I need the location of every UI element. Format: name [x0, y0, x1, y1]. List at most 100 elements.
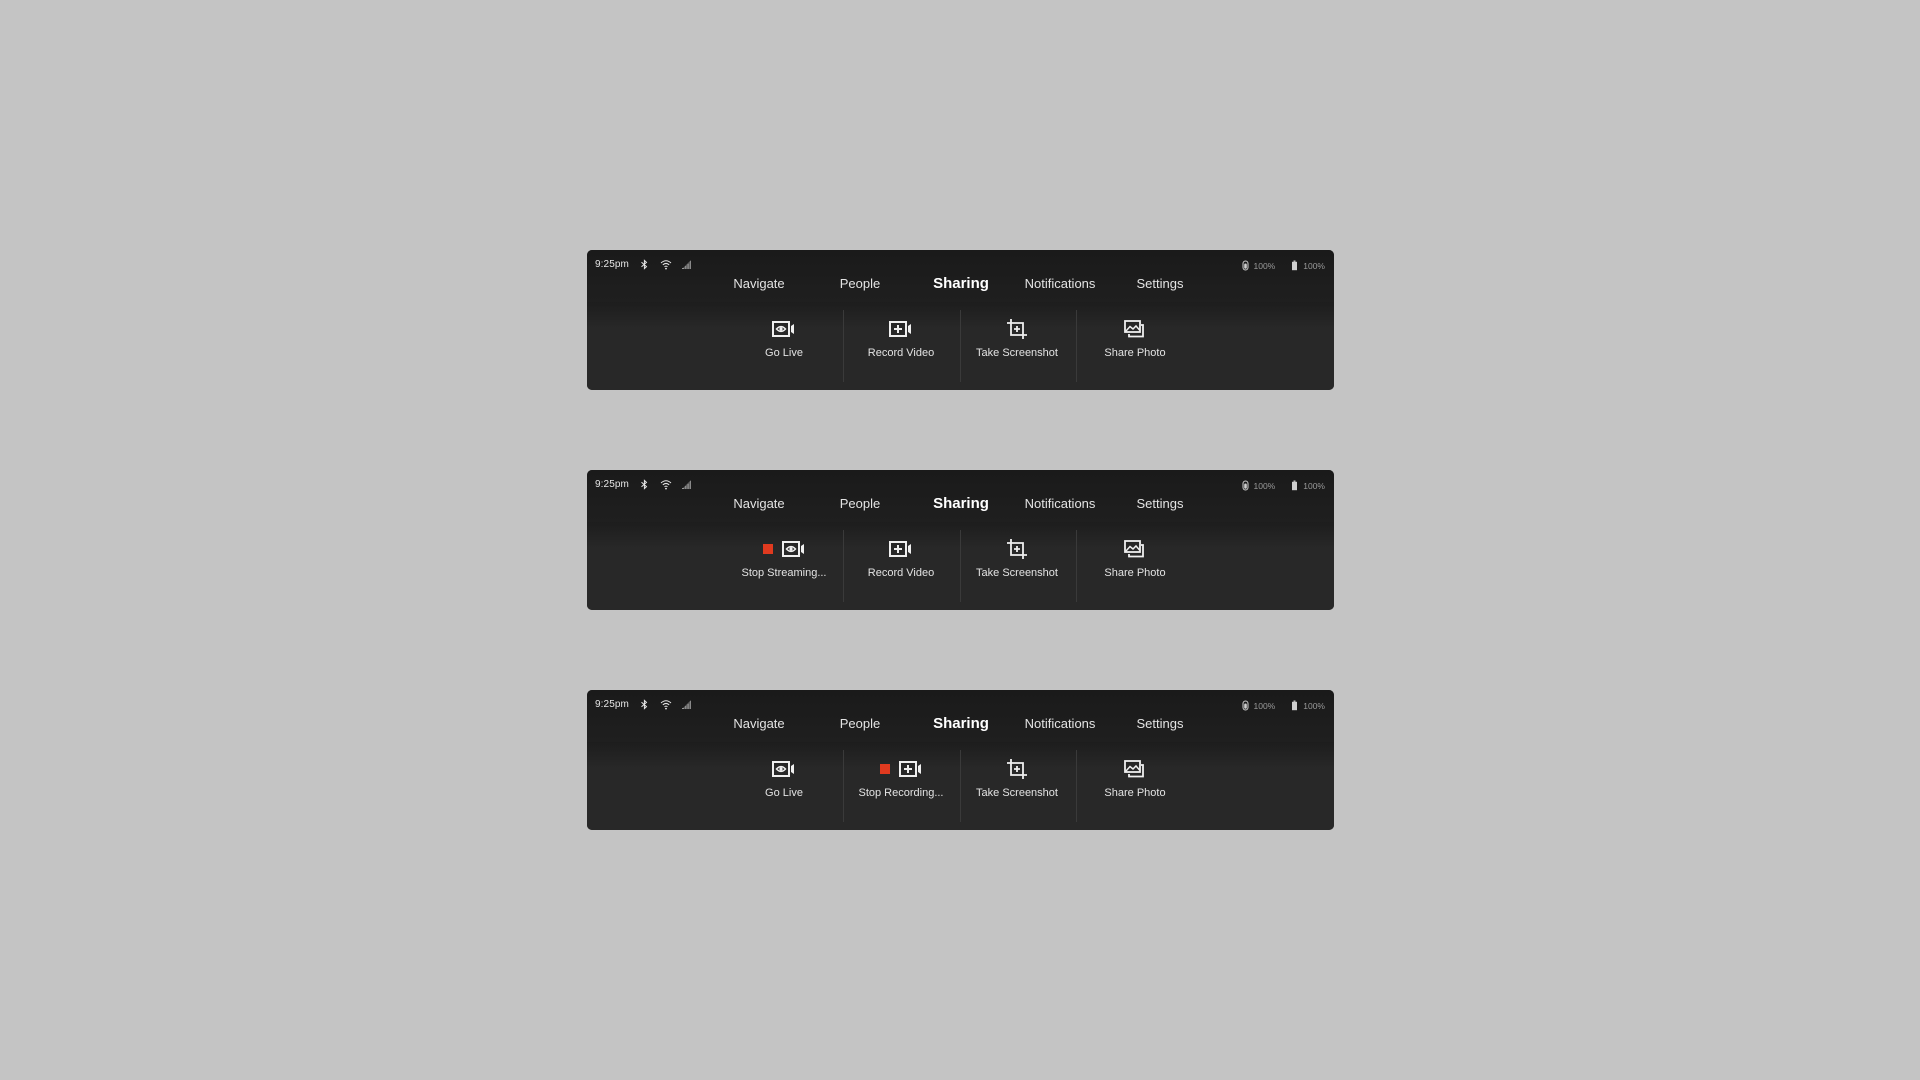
- tab-sharing[interactable]: Sharing: [933, 712, 989, 736]
- battery-phone-icon: [1291, 480, 1298, 491]
- action-row: Go Live Stop Recording... Take Screenshot S…: [587, 742, 1334, 830]
- action-icon-group: [726, 758, 842, 780]
- action-label: Share Photo: [1104, 567, 1166, 579]
- action-icon-group: [843, 538, 959, 560]
- panel-header: 9:25pm 100% 100% Navigate People Sharing Notif…: [587, 250, 1334, 302]
- share-photo-button[interactable]: Share Photo: [1077, 302, 1193, 390]
- phone-battery: 100%: [1291, 700, 1325, 711]
- tab-notifications[interactable]: Notifications: [1025, 712, 1096, 736]
- glasses-battery-value: 100%: [1253, 700, 1276, 711]
- status-bar-left: 9:25pm: [595, 699, 692, 710]
- share-photo-icon: [1124, 320, 1146, 338]
- status-time: 9:25pm: [595, 479, 629, 490]
- action-icon-group: [1077, 318, 1193, 340]
- bluetooth-icon: [639, 699, 650, 710]
- signal-icon: [681, 479, 692, 490]
- action-divider: [1076, 750, 1077, 822]
- record-video-icon: [898, 760, 923, 778]
- panel-actions-area: Go Live Record Video Take Screenshot Share …: [587, 302, 1334, 390]
- battery-glasses-icon: [1242, 480, 1249, 491]
- tab-people[interactable]: People: [840, 272, 880, 296]
- live-stream-icon: [772, 320, 796, 338]
- action-icon-group: [959, 758, 1075, 780]
- wifi-icon: [660, 699, 672, 710]
- record-video-button[interactable]: Record Video: [843, 302, 959, 390]
- bluetooth-icon: [639, 479, 650, 490]
- tab-navigate[interactable]: Navigate: [733, 492, 784, 516]
- action-divider: [960, 750, 961, 822]
- action-label: Go Live: [765, 347, 803, 359]
- tab-notifications[interactable]: Notifications: [1025, 272, 1096, 296]
- battery-glasses-icon: [1242, 700, 1249, 711]
- status-bar-right: 100% 100%: [1242, 480, 1325, 491]
- action-label: Stop Streaming...: [741, 567, 827, 579]
- wifi-icon: [660, 259, 672, 270]
- action-label: Take Screenshot: [976, 567, 1058, 579]
- wifi-icon: [660, 479, 672, 490]
- glasses-battery: 100%: [1242, 480, 1276, 491]
- share-photo-button[interactable]: Share Photo: [1077, 742, 1193, 830]
- tab-sharing[interactable]: Sharing: [933, 492, 989, 516]
- go-live-button[interactable]: Go Live: [726, 742, 842, 830]
- action-label: Share Photo: [1104, 787, 1166, 799]
- signal-icon: [681, 259, 692, 270]
- panel-header: 9:25pm 100% 100% Navigate People Sharing Notif…: [587, 470, 1334, 522]
- tab-settings[interactable]: Settings: [1137, 492, 1184, 516]
- tab-sharing[interactable]: Sharing: [933, 272, 989, 296]
- panel-actions-area: Stop Streaming... Record Video Take Screen…: [587, 522, 1334, 610]
- take-screenshot-button[interactable]: Take Screenshot: [959, 522, 1075, 610]
- sharing-panel: 9:25pm 100% 100% Navigate People Sharing Notif…: [587, 690, 1334, 830]
- phone-battery-value: 100%: [1303, 700, 1325, 711]
- action-divider: [1076, 310, 1077, 382]
- action-icon-group: [1077, 758, 1193, 780]
- tab-people[interactable]: People: [840, 492, 880, 516]
- tab-people[interactable]: People: [840, 712, 880, 736]
- action-icon-group: [843, 758, 959, 780]
- tab-settings[interactable]: Settings: [1137, 272, 1184, 296]
- status-bar-left: 9:25pm: [595, 479, 692, 490]
- phone-battery-value: 100%: [1303, 480, 1325, 491]
- battery-phone-icon: [1291, 700, 1298, 711]
- tab-bar: Navigate People Sharing Notifications Settin…: [587, 712, 1334, 736]
- action-label: Take Screenshot: [976, 787, 1058, 799]
- share-photo-button[interactable]: Share Photo: [1077, 522, 1193, 610]
- tab-bar: Navigate People Sharing Notifications Settin…: [587, 272, 1334, 296]
- glasses-battery-value: 100%: [1253, 480, 1276, 491]
- tab-navigate[interactable]: Navigate: [733, 272, 784, 296]
- glasses-battery-value: 100%: [1253, 260, 1276, 271]
- panel-header: 9:25pm 100% 100% Navigate People Sharing Notif…: [587, 690, 1334, 742]
- live-stream-icon: [772, 760, 796, 778]
- tab-settings[interactable]: Settings: [1137, 712, 1184, 736]
- stop-indicator-icon: [879, 764, 890, 774]
- action-divider: [843, 530, 844, 602]
- tab-notifications[interactable]: Notifications: [1025, 492, 1096, 516]
- status-time: 9:25pm: [595, 259, 629, 270]
- record-video-button[interactable]: Record Video: [843, 522, 959, 610]
- glasses-battery: 100%: [1242, 700, 1276, 711]
- status-bar-right: 100% 100%: [1242, 700, 1325, 711]
- phone-battery-value: 100%: [1303, 260, 1325, 271]
- action-divider: [843, 310, 844, 382]
- sharing-panel: 9:25pm 100% 100% Navigate People Sharing Notif…: [587, 250, 1334, 390]
- go-live-button[interactable]: Go Live: [726, 302, 842, 390]
- battery-glasses-icon: [1242, 260, 1249, 271]
- status-bar-left: 9:25pm: [595, 259, 692, 270]
- take-screenshot-button[interactable]: Take Screenshot: [959, 742, 1075, 830]
- sharing-panel: 9:25pm 100% 100% Navigate People Sharing Notif…: [587, 470, 1334, 610]
- action-icon-group: [843, 318, 959, 340]
- signal-icon: [681, 699, 692, 710]
- glasses-battery: 100%: [1242, 260, 1276, 271]
- live-stream-icon: [781, 540, 806, 558]
- action-row: Go Live Record Video Take Screenshot Share …: [587, 302, 1334, 390]
- action-label: Take Screenshot: [976, 347, 1058, 359]
- status-bar-right: 100% 100%: [1242, 260, 1325, 271]
- record-video-icon: [889, 540, 913, 558]
- stop-recording-button[interactable]: Stop Recording...: [843, 742, 959, 830]
- status-time: 9:25pm: [595, 699, 629, 710]
- take-screenshot-button[interactable]: Take Screenshot: [959, 302, 1075, 390]
- bluetooth-icon: [639, 259, 650, 270]
- stop-streaming-button[interactable]: Stop Streaming...: [726, 522, 842, 610]
- action-divider: [960, 310, 961, 382]
- action-divider: [960, 530, 961, 602]
- tab-navigate[interactable]: Navigate: [733, 712, 784, 736]
